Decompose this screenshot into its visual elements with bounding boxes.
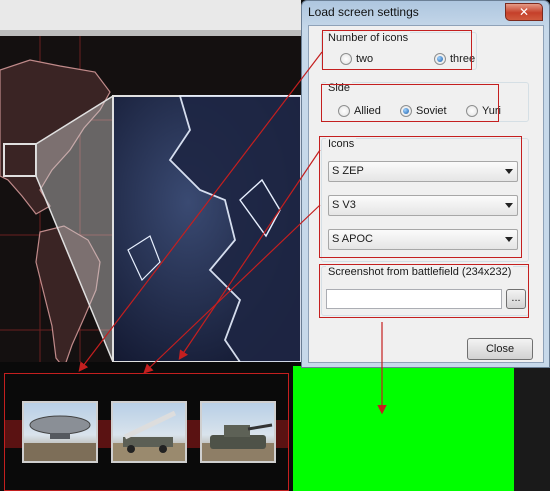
radio-allied[interactable]: Allied	[338, 105, 381, 117]
icons-label: Icons	[326, 138, 357, 150]
apocalypse-tank-icon	[202, 423, 274, 461]
radio-three-indicator[interactable]	[434, 53, 446, 65]
radio-three-label: three	[450, 53, 476, 65]
unit-icon-tray	[4, 373, 289, 491]
close-window-button[interactable]: ✕	[505, 3, 543, 21]
title-bar[interactable]: Load screen settings ✕	[302, 1, 549, 25]
battlefield-screenshot-preview	[293, 366, 514, 491]
side-group: Side Allied Soviet Yuri	[321, 82, 529, 122]
icon-select-3-value: S APOC	[332, 233, 373, 245]
radio-two-indicator[interactable]	[340, 53, 352, 65]
radio-soviet-indicator[interactable]	[400, 105, 412, 117]
dropdown-arrow-icon[interactable]	[505, 237, 513, 242]
dialog-client-area: Number of icons two three Side Allied So…	[308, 25, 544, 363]
icon-select-3[interactable]: S APOC	[328, 229, 518, 250]
side-label: Side	[326, 82, 353, 94]
number-of-icons-group: Number of icons two three	[321, 32, 477, 70]
screenshot-label: Screenshot from battlefield (234x232)	[326, 266, 514, 278]
dropdown-arrow-icon[interactable]	[505, 169, 513, 174]
radio-three[interactable]: three	[434, 53, 475, 65]
screenshot-group: Screenshot from battlefield (234x232) ..…	[321, 266, 529, 316]
radio-allied-indicator[interactable]	[338, 105, 350, 117]
number-of-icons-label: Number of icons	[326, 32, 411, 44]
dropdown-arrow-icon[interactable]	[505, 203, 513, 208]
radio-soviet-label: Soviet	[416, 105, 447, 117]
radio-two-label: two	[356, 53, 374, 65]
background-edge	[514, 366, 550, 491]
radio-yuri[interactable]: Yuri	[466, 105, 501, 117]
icon-select-1[interactable]: S ZEP	[328, 161, 518, 182]
dialog-title: Load screen settings	[308, 5, 419, 19]
zeppelin-icon	[24, 415, 96, 461]
radio-yuri-label: Yuri	[482, 105, 501, 117]
radio-yuri-indicator[interactable]	[466, 105, 478, 117]
zeppelin-unit-thumbnail	[22, 401, 98, 463]
screenshot-path-input[interactable]	[326, 289, 502, 309]
v3-launcher-unit-thumbnail	[111, 401, 187, 463]
icon-select-2-value: S V3	[332, 199, 356, 211]
icons-group: Icons S ZEP S V3 S APOC	[321, 138, 529, 262]
radio-two[interactable]: two	[340, 53, 373, 65]
icon-select-2[interactable]: S V3	[328, 195, 518, 216]
icon-select-1-value: S ZEP	[332, 165, 364, 177]
browse-button[interactable]: ...	[506, 289, 526, 309]
radio-allied-label: Allied	[354, 105, 381, 117]
close-button[interactable]: Close	[467, 338, 533, 360]
load-screen-settings-dialog: Load screen settings ✕ Number of icons t…	[301, 0, 550, 368]
radio-soviet[interactable]: Soviet	[400, 105, 447, 117]
close-icon: ✕	[518, 5, 530, 19]
v3-launcher-icon	[113, 410, 185, 461]
apocalypse-tank-unit-thumbnail	[200, 401, 276, 463]
